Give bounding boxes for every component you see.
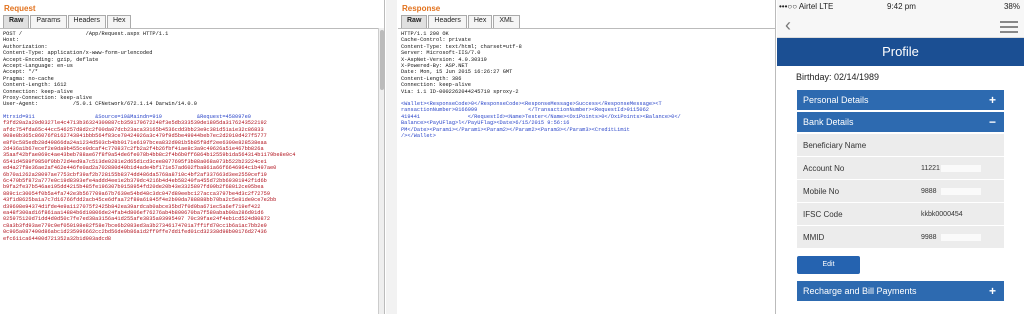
field-row: Account No 11221	[797, 157, 1004, 180]
battery-level: 38%	[1003, 2, 1020, 11]
response-tabs: Raw Headers Hex XML	[398, 15, 775, 28]
bank-details-section[interactable]: Bank Details −	[797, 112, 1004, 132]
nav-bar: ‹	[777, 14, 1024, 38]
field-row: MMID 9988	[797, 226, 1004, 249]
section-label: Bank Details	[803, 117, 854, 127]
minus-icon: −	[988, 115, 996, 129]
mobile-app-screen: •••○○ Airtel LTE 9:42 pm 38% ‹ Profile B…	[777, 0, 1024, 314]
field-row: Mobile No 9888	[797, 180, 1004, 203]
field-label: MMID	[803, 233, 825, 242]
field-value: 9988	[921, 234, 937, 241]
field-value: kkbk0000454	[921, 211, 963, 218]
request-headers: POST / /App/Request.aspx HTTP/1.1 Host: …	[3, 31, 197, 108]
request-scrollbar[interactable]	[378, 28, 384, 314]
response-title: Response	[402, 4, 441, 13]
status-bar: •••○○ Airtel LTE 9:42 pm 38%	[777, 0, 1024, 14]
tab-hex[interactable]: Hex	[107, 15, 132, 28]
request-title: Request	[4, 4, 36, 13]
field-label: Account No	[803, 164, 845, 173]
field-row: IFSC Code kkbk0000454	[797, 203, 1004, 226]
tab-hex[interactable]: Hex	[467, 15, 493, 28]
pane-divider[interactable]	[386, 0, 397, 314]
tab-raw[interactable]: Raw	[401, 15, 428, 28]
plus-icon: +	[988, 284, 996, 298]
tab-headers[interactable]: Headers	[67, 15, 106, 28]
response-headers: HTTP/1.1 200 OK Cache-Control: private C…	[401, 31, 522, 95]
redaction-mask	[941, 234, 981, 241]
section-label: Recharge and Bill Payments	[803, 286, 917, 296]
clock: 9:42 pm	[887, 2, 916, 11]
carrier-label: •••○○ Airtel LTE	[779, 2, 834, 11]
section-label: Personal Details	[803, 95, 869, 105]
request-editor[interactable]: POST / /App/Request.aspx HTTP/1.1 Host: …	[0, 28, 384, 314]
request-pane: Request Raw Params Headers Hex POST / /A…	[0, 0, 385, 314]
edit-button[interactable]: Edit	[797, 256, 860, 274]
redaction-mask	[941, 188, 981, 195]
response-editor[interactable]: HTTP/1.1 200 OK Cache-Control: private C…	[398, 28, 775, 314]
field-label: Beneficiary Name	[803, 141, 867, 150]
field-value: 9888	[921, 188, 937, 195]
field-label: Mobile No	[803, 187, 840, 196]
tab-raw[interactable]: Raw	[3, 15, 30, 28]
response-pane: Response Raw Headers Hex XML HTTP/1.1 20…	[398, 0, 776, 314]
field-row: Beneficiary Name	[797, 134, 1004, 157]
tab-headers[interactable]: Headers	[428, 15, 467, 28]
redaction-mask	[941, 165, 981, 172]
recharge-section[interactable]: Recharge and Bill Payments +	[797, 281, 1004, 301]
tab-params[interactable]: Params	[30, 15, 67, 28]
tab-xml[interactable]: XML	[493, 15, 520, 28]
request-body: f3fd20a2a20d0327le4c4713b36324300887cb35…	[3, 120, 296, 242]
chevron-left-icon[interactable]: ‹	[785, 15, 791, 36]
request-tabs: Raw Params Headers Hex	[0, 15, 384, 28]
field-label: IFSC Code	[803, 210, 843, 219]
personal-details-section[interactable]: Personal Details +	[797, 90, 1004, 110]
plus-icon: +	[988, 93, 996, 107]
page-title: Profile	[777, 38, 1024, 66]
response-xml-body: <Wallet><ResponseCode>0</ResponseCode><R…	[401, 101, 681, 140]
hamburger-menu-icon[interactable]	[1000, 21, 1018, 36]
birthday-text: Birthday: 02/14/1989	[796, 72, 880, 82]
field-value: 11221	[921, 165, 940, 172]
